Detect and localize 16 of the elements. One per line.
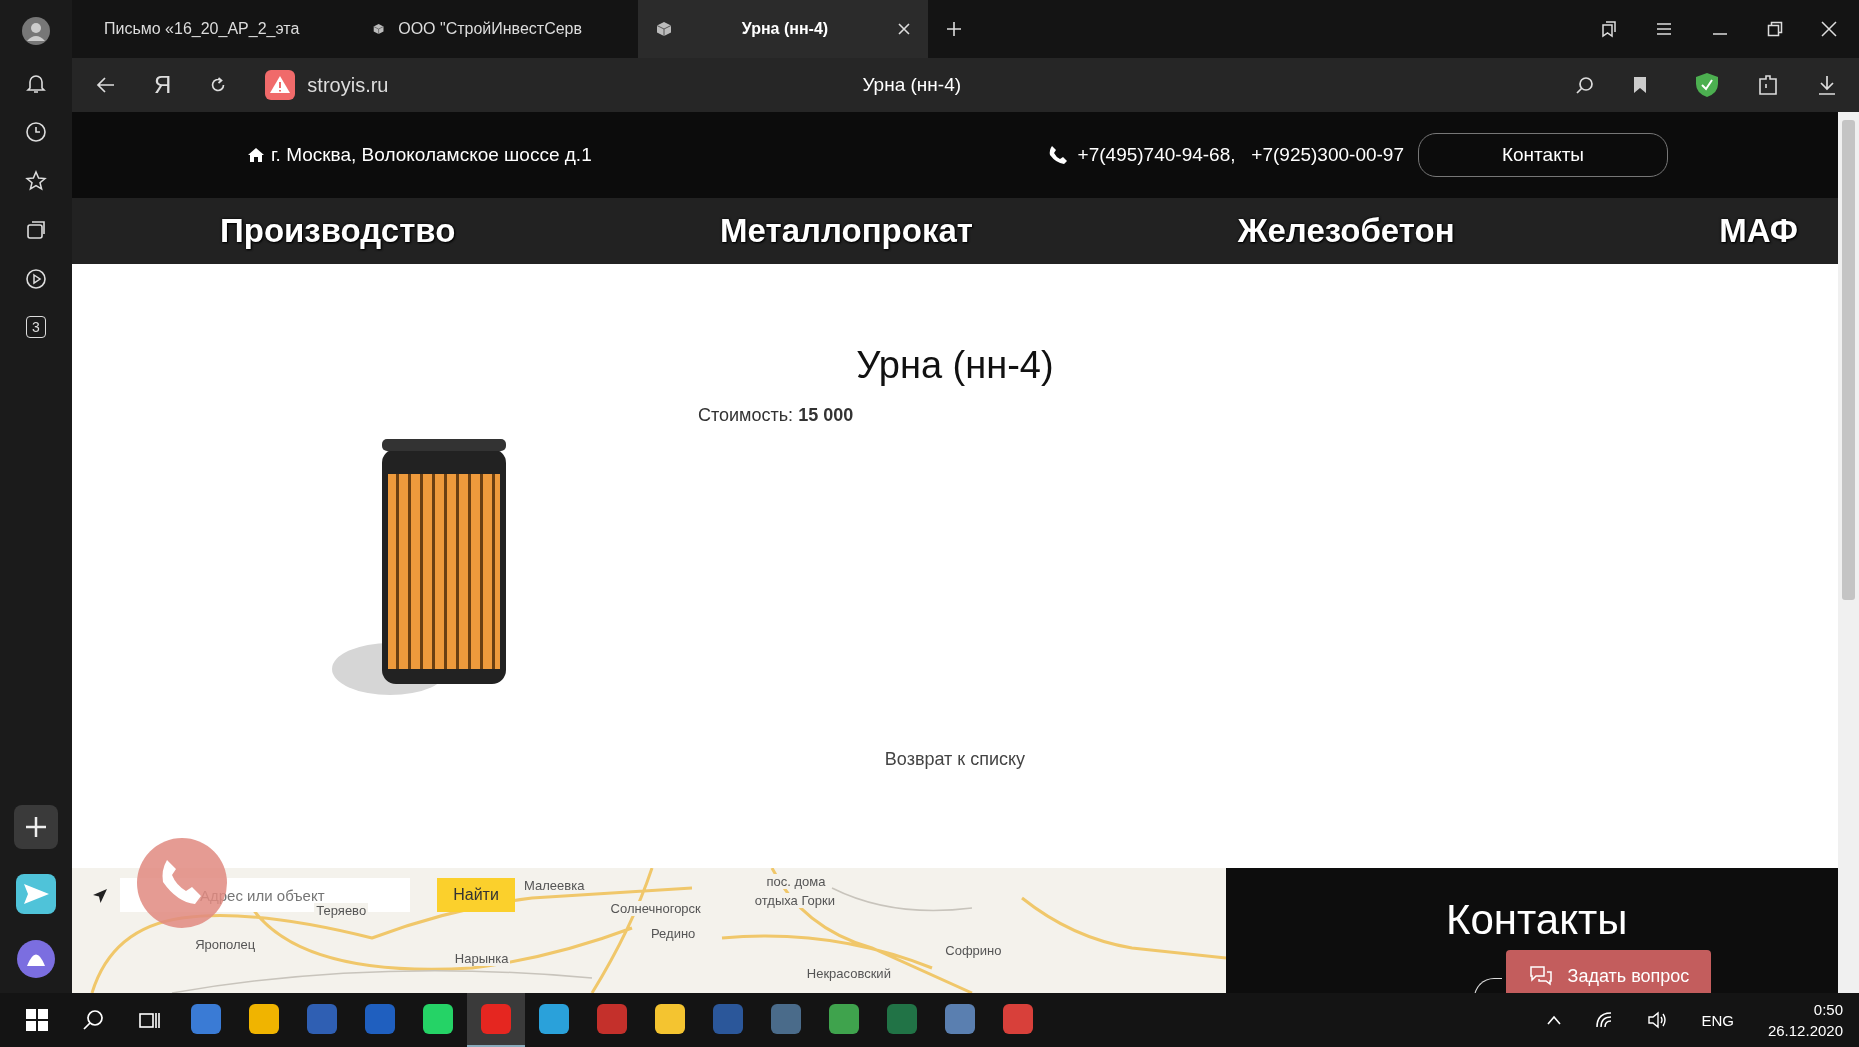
price-text: Стоимость: 15 000 bbox=[698, 405, 854, 426]
place-label: Некрасовский bbox=[804, 965, 893, 981]
tab-title: Письмо «16_20_АР_2_эта bbox=[104, 20, 300, 38]
place-label: Солнечногорск bbox=[608, 900, 703, 916]
address-text: г. Москва, Волоколамское шоссе д.1 bbox=[271, 144, 592, 166]
phone-numbers: +7(495)740-94-68, +7(925)300-00-97 bbox=[1077, 144, 1404, 166]
tab-title: ООО "СтройИнвестСерв bbox=[398, 20, 582, 38]
place-label: отдыха Горки bbox=[752, 893, 838, 908]
place-label: Теряево bbox=[314, 903, 369, 918]
place-label: пос. дома bbox=[764, 874, 828, 890]
product-title: Урна (нн-4) bbox=[856, 344, 1054, 387]
place-label: Софрино bbox=[943, 943, 1004, 958]
tab-title: Урна (нн-4) bbox=[740, 20, 830, 38]
contacts-heading: Контакты bbox=[1446, 896, 1628, 944]
page-title: Урна (нн-4) bbox=[862, 74, 962, 96]
place-label: Малеевка bbox=[522, 878, 587, 893]
